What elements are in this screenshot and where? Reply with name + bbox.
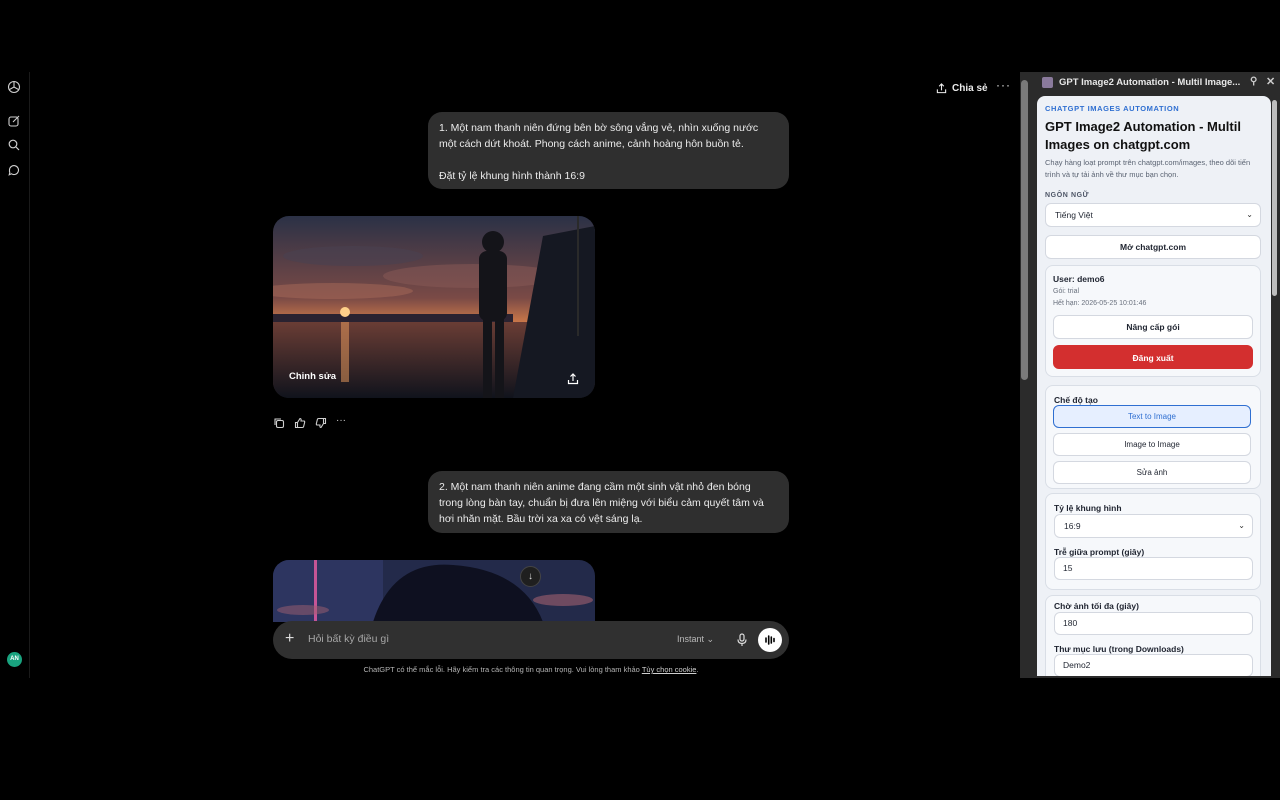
account-user: User: demo6 <box>1053 274 1105 284</box>
mode-label: Chế độ tạo <box>1054 395 1098 405</box>
image-share-icon[interactable] <box>567 372 579 385</box>
sidebar-rail: AN <box>0 72 30 678</box>
aspect-ratio-label: Tỷ lệ khung hình <box>1054 503 1122 513</box>
delay-input[interactable]: 15 <box>1054 557 1253 580</box>
search-icon[interactable] <box>7 138 21 152</box>
extension-scrollbar[interactable] <box>1272 100 1277 296</box>
mode-card: Chế độ tạo Text to Image Image to Image … <box>1045 385 1261 489</box>
avatar[interactable]: AN <box>7 652 22 667</box>
mode-option-edit-image[interactable]: Sửa ảnh <box>1053 461 1251 484</box>
aspect-ratio-select[interactable]: 16:9 ⌄ <box>1054 514 1253 538</box>
generated-image-1[interactable]: Chỉnh sửa <box>273 216 595 398</box>
message-line: hơi nhăn mặt. Bầu trời xa xa có vệt sáng… <box>439 513 643 525</box>
disclaimer: ChatGPT có thể mắc lỗi. Hãy kiểm tra các… <box>363 665 699 674</box>
max-wait-label: Chờ ảnh tối đa (giây) <box>1054 601 1139 611</box>
folder-input[interactable]: Demo2 <box>1054 654 1253 676</box>
user-message-1: 1. Một nam thanh niên đứng bên bờ sông v… <box>428 112 789 189</box>
pin-icon[interactable]: ⚲ <box>1250 76 1257 87</box>
night-sky-image <box>273 560 595 622</box>
message-actions: ··· <box>273 416 348 429</box>
chat-app: AN Chia sẻ ··· 1. Một nam thanh niên đứn… <box>0 72 1020 678</box>
new-chat-icon[interactable] <box>7 114 21 128</box>
generated-image-2[interactable] <box>273 560 595 622</box>
copy-icon[interactable] <box>273 416 285 429</box>
open-chatgpt-button[interactable]: Mở chatgpt.com <box>1045 235 1261 259</box>
download-card: Chờ ảnh tối đa (giây) 180 Thư mục lưu (t… <box>1045 595 1261 676</box>
eyebrow-label: CHATGPT IMAGES AUTOMATION <box>1045 104 1180 113</box>
extension-logo-icon <box>1042 76 1053 88</box>
logout-button[interactable]: Đăng xuất <box>1053 345 1253 369</box>
timing-card: Tỷ lệ khung hình 16:9 ⌄ Trễ giữa prompt … <box>1045 493 1261 590</box>
disclaimer-text: ChatGPT có thể mắc lỗi. Hãy kiểm tra các… <box>363 665 640 674</box>
delay-label: Trễ giữa prompt (giây) <box>1054 547 1145 557</box>
max-wait-input[interactable]: 180 <box>1054 612 1253 635</box>
cookie-preferences-link[interactable]: Tùy chọn cookie <box>642 665 697 674</box>
language-select[interactable]: Tiếng Việt ⌄ <box>1045 203 1261 227</box>
extension-title: GPT Image2 Automation - Multil Images on… <box>1045 119 1241 152</box>
mode-option-image-to-image[interactable]: Image to Image <box>1053 433 1251 456</box>
voice-waveform-icon <box>765 635 775 645</box>
account-card: User: demo6 Gói: trial Hết hạn: 2026-05-… <box>1045 265 1261 377</box>
share-icon <box>936 82 947 93</box>
chevron-down-icon: ⌄ <box>1246 210 1253 219</box>
scroll-down-button[interactable]: ↓ <box>520 566 541 587</box>
mode-option-text-to-image[interactable]: Text to Image <box>1053 405 1251 428</box>
composer: + Hỏi bất kỳ điều gì Instant ⌄ <box>273 621 789 659</box>
chevron-down-icon: ⌄ <box>1238 521 1245 530</box>
share-button[interactable]: Chia sẻ <box>936 80 988 96</box>
message-line: một cách dứt khoát. Phong cách anime, cả… <box>439 138 744 150</box>
chats-icon[interactable] <box>7 163 21 177</box>
more-options-button[interactable]: ··· <box>996 78 1011 92</box>
account-expiry: Hết hạn: 2026-05-25 10:01:46 <box>1053 300 1147 307</box>
voice-mode-button[interactable] <box>758 628 782 652</box>
language-value: Tiếng Việt <box>1055 210 1093 220</box>
more-icon[interactable]: ··· <box>336 416 348 428</box>
page-scrollbar[interactable] <box>1021 80 1028 380</box>
language-label: NGÔN NGỮ <box>1045 192 1090 199</box>
thumbs-up-icon[interactable] <box>294 416 306 429</box>
microphone-icon[interactable] <box>736 633 748 647</box>
message-line: trong lòng bàn tay, chuẩn bị đưa lên miệ… <box>439 497 764 509</box>
close-icon[interactable]: ✕ <box>1266 75 1275 88</box>
extension-description: Chạy hàng loạt prompt trên chatgpt.com/i… <box>1045 158 1251 179</box>
openai-logo-icon[interactable] <box>7 80 21 94</box>
account-plan: Gói: trial <box>1053 288 1080 295</box>
model-mode-label: Instant <box>677 634 705 644</box>
upgrade-plan-button[interactable]: Nâng cấp gói <box>1053 315 1253 339</box>
thumbs-down-icon[interactable] <box>315 416 327 429</box>
model-mode-selector[interactable]: Instant ⌄ <box>677 634 714 645</box>
message-line: 2. Một nam thanh niên anime đang cầm một… <box>439 481 751 493</box>
extension-content: CHATGPT IMAGES AUTOMATION GPT Image2 Aut… <box>1037 96 1271 676</box>
folder-label: Thư mục lưu (trong Downloads) <box>1054 644 1184 654</box>
side-panel-title: GPT Image2 Automation - Multil Image... <box>1059 76 1241 88</box>
message-line: Đặt tỷ lệ khung hình thành 16:9 <box>439 170 585 182</box>
add-attachment-icon[interactable]: + <box>285 630 294 648</box>
prompt-input[interactable]: Hỏi bất kỳ điều gì <box>308 633 389 645</box>
aspect-ratio-value: 16:9 <box>1064 521 1081 531</box>
message-line: 1. Một nam thanh niên đứng bên bờ sông v… <box>439 122 759 134</box>
side-panel-header: GPT Image2 Automation - Multil Image... … <box>1036 72 1280 92</box>
edit-image-label[interactable]: Chỉnh sửa <box>289 371 336 382</box>
share-label: Chia sẻ <box>952 82 988 94</box>
user-message-2: 2. Một nam thanh niên anime đang cầm một… <box>428 471 789 533</box>
